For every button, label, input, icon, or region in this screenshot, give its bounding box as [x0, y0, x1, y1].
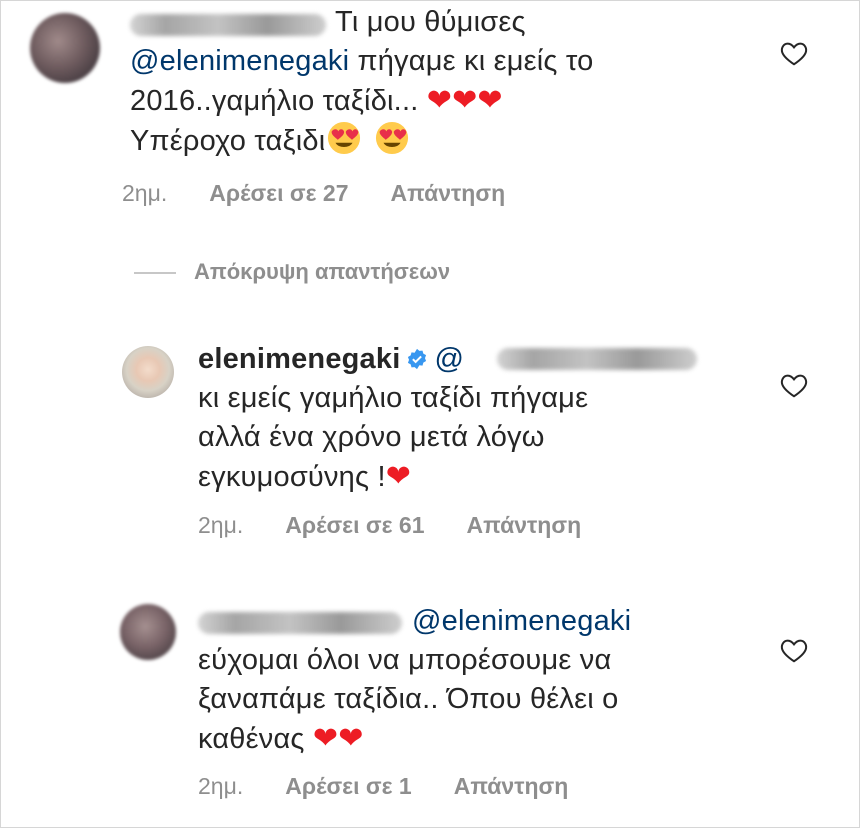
likes-count-link[interactable]: Αρέσει σε 27 [209, 180, 348, 206]
timestamp: 2ημ. [198, 773, 244, 799]
heart-emoji: ❤ [477, 83, 503, 118]
heart-emoji: ❤ [338, 721, 364, 756]
reply-button[interactable]: Απάντηση [391, 180, 506, 206]
likes-count-link[interactable]: Αρέσει σε 1 [285, 773, 411, 799]
comment-text: @elenimenegaki εύχομαι όλοι να μπορέσουμ… [198, 605, 632, 756]
reply-button[interactable]: Απάντηση [454, 773, 569, 799]
username-link[interactable]: elenimenegaki [198, 343, 400, 375]
comment-text: Τι μου θύμισες @elenimenegaki πήγαμε κι … [130, 6, 594, 157]
timestamp: 2ημ. [122, 180, 168, 206]
likes-count-link[interactable]: Αρέσει σε 61 [285, 512, 424, 538]
comment-text: elenimenegaki @ κι εμείς γαμήλιο ταξίδι π… [198, 343, 589, 494]
verified-badge-icon [408, 348, 427, 370]
heart-outline-icon[interactable] [779, 635, 809, 665]
comment-meta: 2ημ. Αρέσει σε 27 Απάντηση [122, 180, 505, 207]
heart-emoji: ❤ [426, 83, 453, 118]
comment-meta: 2ημ. Αρέσει σε 61 Απάντηση [198, 512, 581, 539]
mention-link[interactable]: @elenimenegaki [130, 45, 349, 77]
heart-eyes-emoji [376, 121, 409, 155]
heart-emoji: ❤ [385, 459, 412, 494]
divider-line [134, 272, 176, 275]
reply-button[interactable]: Απάντηση [467, 512, 582, 538]
heart-emoji: ❤ [312, 721, 339, 756]
mention-link[interactable]: @ [434, 343, 464, 375]
hide-replies-button[interactable]: Απόκρυψη απαντήσεων [134, 259, 450, 285]
heart-eyes-emoji [328, 121, 361, 155]
heart-outline-icon[interactable] [779, 370, 809, 400]
heart-outline-icon[interactable] [779, 38, 809, 68]
timestamp: 2ημ. [198, 512, 244, 538]
avatar[interactable] [30, 13, 100, 83]
mention-link[interactable]: @elenimenegaki [412, 605, 631, 637]
heart-emoji: ❤ [452, 83, 478, 118]
comment-meta: 2ημ. Αρέσει σε 1 Απάντηση [198, 773, 568, 800]
avatar[interactable] [122, 346, 174, 398]
avatar[interactable] [120, 604, 176, 660]
